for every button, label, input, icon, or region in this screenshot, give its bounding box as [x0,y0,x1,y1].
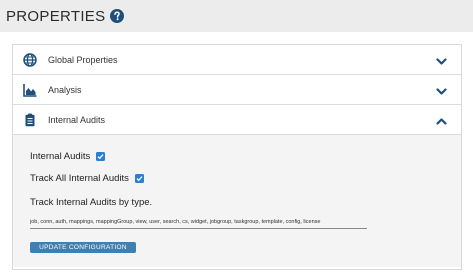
accordion-label: Internal Audits [48,114,106,125]
track-all-checkbox[interactable] [134,174,144,183]
check-icon [97,154,104,160]
clipboard-icon [23,113,37,127]
internal-audits-checkbox[interactable] [96,152,106,161]
accordion-label: Global Properties [48,54,118,65]
accordion-global-properties[interactable]: Global Properties [13,45,461,75]
check-icon [136,176,143,182]
track-all-label: Track All Internal Audits [30,173,129,184]
properties-panel: Global Properties Analysis Internal Audi… [12,44,462,270]
question-circle-icon[interactable] [110,9,125,23]
accordion-label: Analysis [48,84,82,95]
accordion-analysis[interactable]: Analysis [13,75,461,105]
internal-audits-body: Internal Audits Track All Internal Audit… [13,135,461,267]
chevron-down-icon[interactable] [436,84,447,95]
internal-audits-label: Internal Audits [30,151,91,162]
globe-icon [23,52,37,67]
area-chart-icon [23,83,37,97]
page-header: PROPERTIES [0,0,473,32]
page-title: PROPERTIES [6,7,106,25]
update-configuration-button[interactable]: UPDATE CONFIGURATION [30,242,136,253]
chevron-up-icon[interactable] [436,114,447,125]
chevron-down-icon[interactable] [436,54,447,65]
accordion-internal-audits[interactable]: Internal Audits [13,105,461,135]
track-all-option: Track All Internal Audits [30,173,144,184]
track-by-type-label: Track Internal Audits by type. [30,197,153,208]
audit-types-input[interactable] [30,215,367,229]
internal-audits-option: Internal Audits [30,151,106,162]
